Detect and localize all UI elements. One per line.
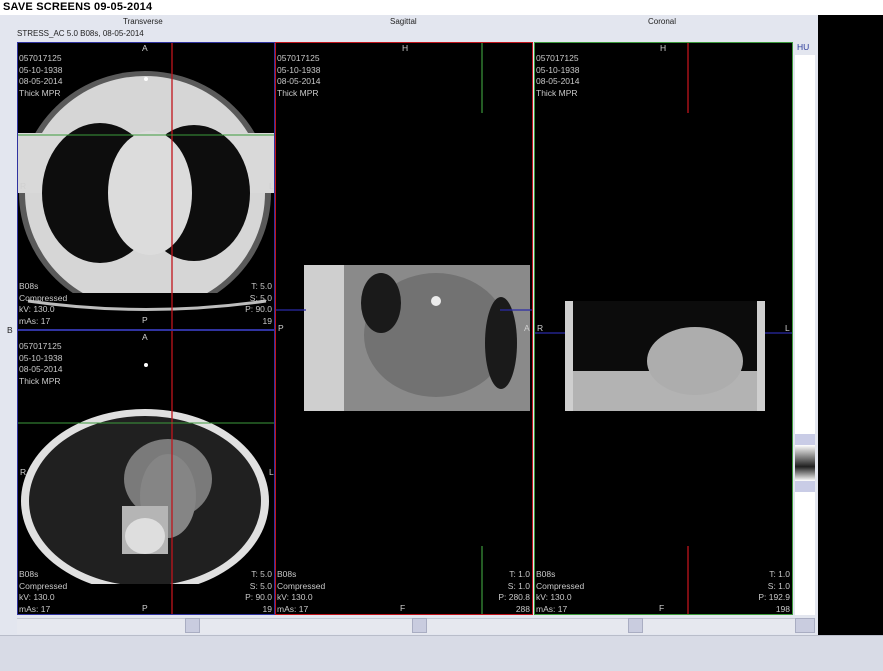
compression: Compressed: [277, 580, 326, 591]
hu-gradient: [795, 445, 815, 481]
side-panel: [818, 15, 883, 635]
recon-mode: Thick MPR: [19, 375, 61, 386]
mas-value: mAs: 17: [277, 603, 309, 614]
spacing: S: 5.0: [249, 580, 272, 591]
patient-id: 057017125: [19, 341, 62, 351]
thickness: T: 5.0: [251, 569, 272, 579]
slice-scrollbar[interactable]: [17, 618, 795, 634]
spacing: S: 1.0: [507, 580, 530, 591]
study-date: 08-05-2014: [19, 76, 63, 86]
orient-right: L: [269, 181, 274, 191]
kernel: B08s: [536, 569, 556, 579]
spacing: S: 5.0: [249, 292, 272, 303]
hu-window-handle-upper[interactable]: [795, 434, 815, 445]
orient-top: A: [142, 332, 148, 342]
position: P: 90.0: [245, 592, 272, 602]
orient-left: R: [537, 323, 544, 333]
hu-label: HU: [797, 42, 810, 52]
orient-right: L: [785, 323, 790, 333]
orient-left: R: [20, 181, 27, 191]
scroll-corner: [795, 618, 815, 633]
study-date: 08-05-2014: [277, 76, 321, 86]
mas-value: mAs: 17: [536, 603, 568, 614]
viewport-coronal[interactable]: 057017125 05-10-1938 08-05-2014 Thick MP…: [534, 42, 793, 615]
thickness: T: 1.0: [509, 569, 530, 579]
kernel: B08s: [19, 569, 39, 579]
ct-coronal-image: [535, 43, 792, 614]
compression: Compressed: [536, 580, 585, 591]
hu-window-handle-lower[interactable]: [795, 481, 815, 492]
viewport-sagittal[interactable]: 057017125 05-10-1938 08-05-2014 Thick MP…: [275, 42, 533, 615]
compression: Compressed: [19, 292, 68, 303]
viewport-transverse-lower[interactable]: 057017125 05-10-1938 08-05-2014 Thick MP…: [17, 330, 275, 615]
window-title: SAVE SCREENS 09-05-2014: [3, 1, 153, 13]
kv-value: kV: 130.0: [277, 592, 313, 602]
status-strip: [0, 635, 883, 671]
orient-bottom: F: [400, 603, 406, 613]
series-description: STRESS_AC 5.0 B08s, 08-05-2014: [17, 29, 144, 38]
scroll-thumb-sagittal[interactable]: [412, 618, 427, 633]
patient-dob: 05-10-1938: [277, 64, 321, 75]
study-date: 08-05-2014: [536, 76, 580, 86]
header-sagittal: Sagittal: [390, 17, 417, 26]
scroll-thumb-transverse[interactable]: [185, 618, 200, 633]
position: P: 90.0: [245, 304, 272, 314]
orient-bottom: P: [142, 603, 148, 613]
orient-top: A: [142, 43, 148, 53]
slice-number: 288: [515, 603, 530, 614]
slice-number: 19: [262, 603, 272, 614]
kv-value: kV: 130.0: [19, 304, 55, 314]
recon-mode: Thick MPR: [277, 87, 319, 98]
kernel: B08s: [19, 281, 39, 291]
recon-mode: Thick MPR: [19, 87, 61, 98]
kernel: B08s: [277, 569, 297, 579]
kv-value: kV: 130.0: [19, 592, 55, 602]
spacing: S: 1.0: [767, 580, 790, 591]
study-date: 08-05-2014: [19, 364, 63, 374]
header-transverse: Transverse: [123, 17, 163, 26]
thickness: T: 5.0: [251, 281, 272, 291]
orient-right: L: [269, 467, 274, 477]
patient-id: 057017125: [277, 53, 320, 63]
position: P: 280.8: [498, 592, 530, 602]
patient-dob: 05-10-1938: [19, 64, 63, 75]
scroll-thumb-coronal[interactable]: [628, 618, 643, 633]
patient-dob: 05-10-1938: [536, 64, 580, 75]
window-titlebar: SAVE SCREENS 09-05-2014: [0, 0, 883, 15]
ct-sagittal-image: [276, 43, 532, 614]
mas-value: mAs: 17: [19, 603, 51, 614]
patient-dob: 05-10-1938: [19, 352, 63, 363]
thickness: T: 1.0: [769, 569, 790, 579]
orient-right: A: [524, 323, 530, 333]
recon-mode: Thick MPR: [536, 87, 578, 98]
patient-id: 057017125: [536, 53, 579, 63]
orient-left: R: [20, 467, 27, 477]
orient-left: P: [278, 323, 284, 333]
position: P: 192.9: [758, 592, 790, 602]
header-coronal: Coronal: [648, 17, 677, 26]
orient-bottom: F: [659, 603, 665, 613]
orient-bottom: P: [142, 315, 148, 325]
compression: Compressed: [19, 580, 68, 591]
slice-number: 19: [262, 315, 272, 326]
kv-value: kV: 130.0: [536, 592, 572, 602]
orient-top: H: [660, 43, 667, 53]
slice-number: 198: [775, 603, 790, 614]
left-marker: B: [7, 325, 13, 335]
mas-value: mAs: 17: [19, 315, 51, 326]
patient-id: 057017125: [19, 53, 62, 63]
viewport-transverse-upper[interactable]: 057017125 05-10-1938 08-05-2014 Thick MP…: [17, 42, 275, 330]
orient-top: H: [402, 43, 409, 53]
hu-colorbar[interactable]: [795, 55, 815, 615]
